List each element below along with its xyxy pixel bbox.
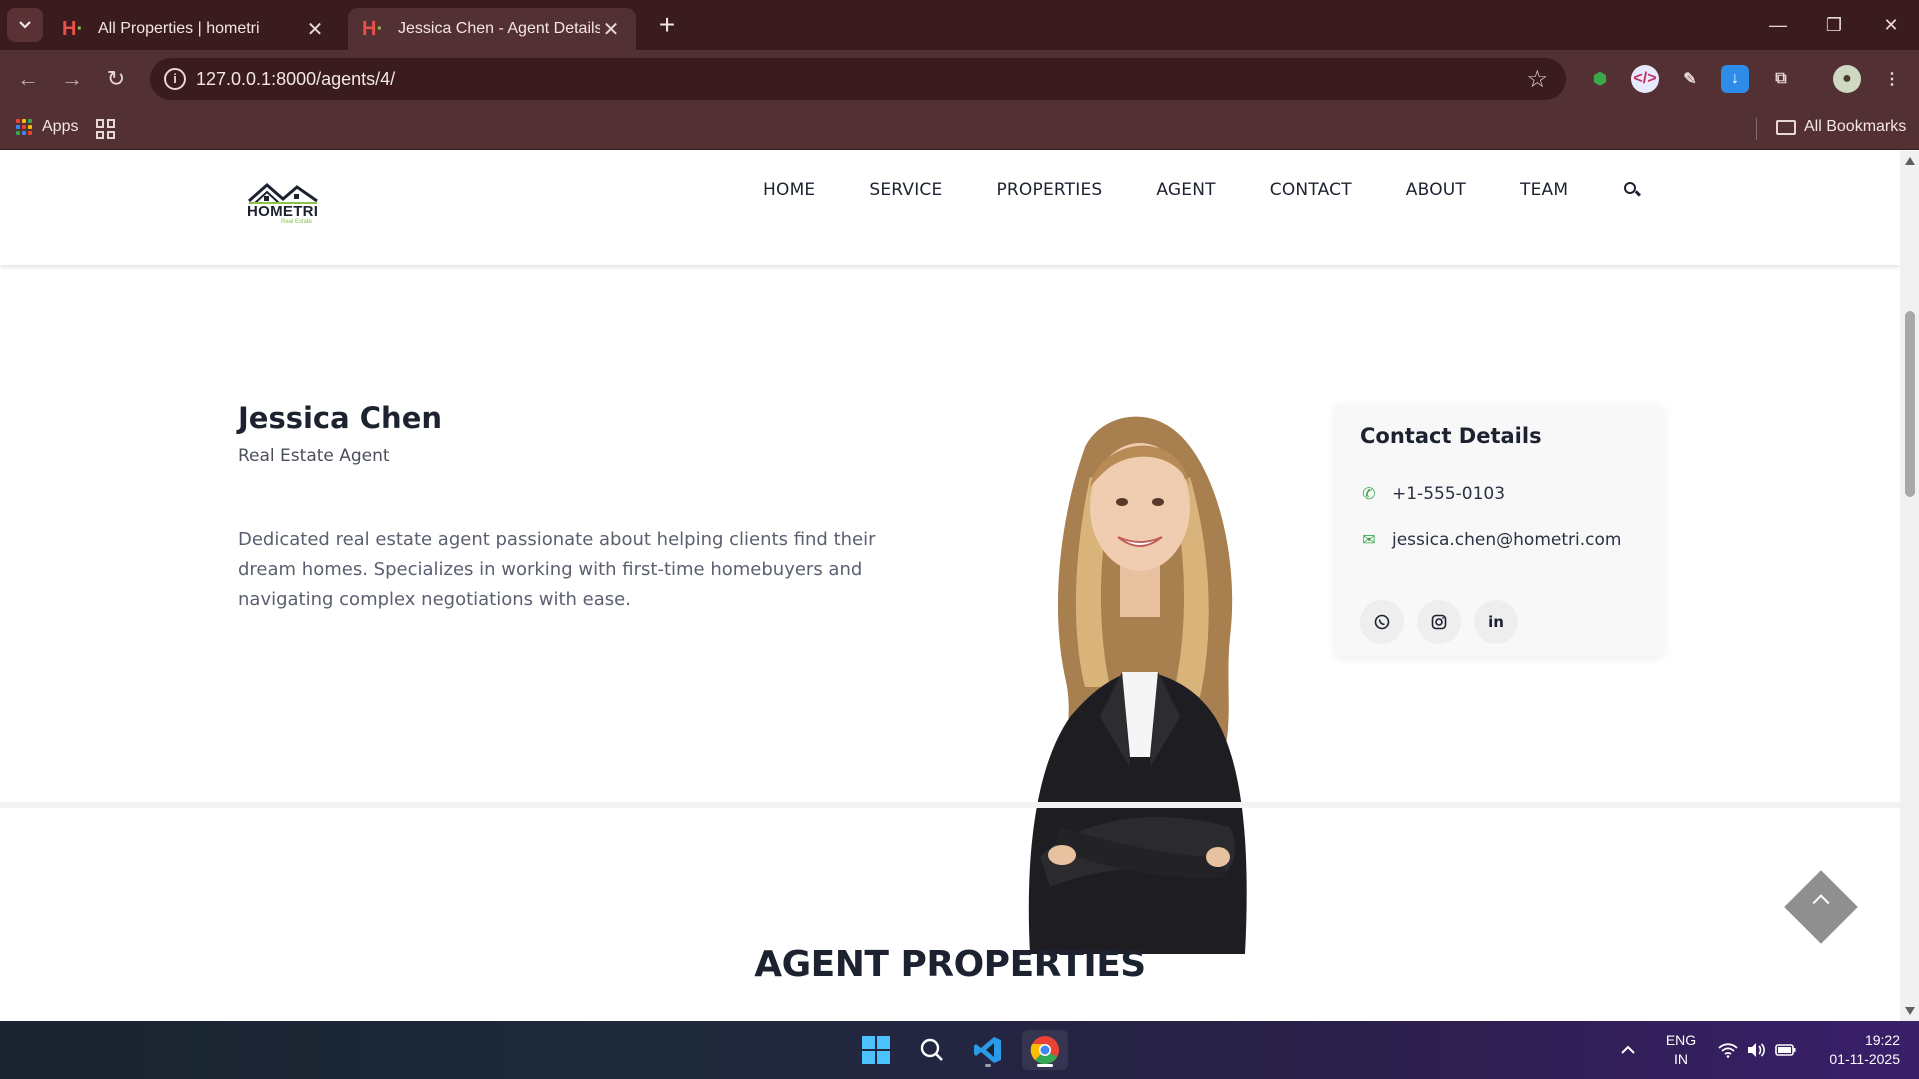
agent-name: Jessica Chen <box>238 401 443 435</box>
instagram-icon[interactable] <box>1417 600 1461 644</box>
agent-properties-heading: AGENT PROPERTIES <box>754 944 1146 985</box>
contact-phone[interactable]: ✆ +1-555-0103 <box>1360 484 1505 504</box>
scrollbar-thumb[interactable] <box>1905 311 1915 497</box>
tab-title: Jessica Chen - Agent Details | hometri <box>398 20 600 37</box>
phone-number[interactable]: +1-555-0103 <box>1392 484 1505 504</box>
chevron-down-icon <box>19 21 31 29</box>
instagram-glyph <box>1431 614 1447 630</box>
chevron-up-icon <box>1812 894 1830 912</box>
section-divider <box>0 802 1900 808</box>
phone-icon: ✆ <box>1362 484 1376 503</box>
contact-card: Contact Details ✆ +1-555-0103 ✉ jessica.… <box>1335 404 1663 656</box>
agent-bio: Dedicated real estate agent passionate a… <box>238 529 876 610</box>
devtools-extension-icon[interactable]: </> <box>1631 65 1659 93</box>
eyedropper-extension-icon[interactable]: ✎ <box>1676 65 1704 93</box>
page-scrollbar[interactable] <box>1900 151 1919 1021</box>
extensions-puzzle-icon[interactable]: ⧉ <box>1767 65 1795 93</box>
language-code: ENG <box>1665 1032 1697 1048</box>
running-indicator <box>985 1064 991 1067</box>
scroll-up-arrow-icon[interactable] <box>1905 157 1915 165</box>
battery-icon[interactable] <box>1775 1021 1797 1079</box>
agent-photo <box>1028 416 1247 954</box>
main-nav: HOME SERVICE PROPERTIES AGENT CONTACT AB… <box>763 180 1642 200</box>
tab-title: All Properties | hometri <box>98 20 260 37</box>
linkedin-icon[interactable]: in <box>1474 600 1518 644</box>
clock-time: 19:22 <box>1864 1032 1900 1048</box>
scroll-down-arrow-icon[interactable] <box>1905 1007 1915 1015</box>
clock-date: 01-11-2025 <box>1829 1051 1900 1067</box>
restore-button[interactable]: ❐ <box>1806 0 1862 50</box>
site-info-icon[interactable]: i <box>164 68 186 90</box>
bookmarks-bar: Apps All Bookmarks <box>0 108 1919 150</box>
envelope-icon: ✉ <box>1362 530 1376 549</box>
bookmarks-separator <box>1756 118 1757 140</box>
search-icon[interactable] <box>912 1030 952 1070</box>
site-header: HOMETRI Real Estate HOME SERVICE PROPERT… <box>0 151 1900 265</box>
browser-toolbar: ← → ↻ i 127.0.0.1:8000/agents/4/ ☆ ⬢ </>… <box>0 50 1919 108</box>
close-icon[interactable]: ✕ <box>304 17 326 42</box>
bookmark-star-icon[interactable]: ☆ <box>1526 65 1548 94</box>
profile-avatar[interactable]: ● <box>1833 65 1861 93</box>
logo-text: HOMETRI <box>247 203 319 220</box>
minimize-button[interactable]: — <box>1750 0 1806 50</box>
tab-agent-details[interactable]: H· Jessica Chen - Agent Details | hometr… <box>348 8 636 50</box>
page-viewport: HOMETRI Real Estate HOME SERVICE PROPERT… <box>0 151 1900 1021</box>
apps-grid-icon <box>16 119 32 135</box>
taskbar-clock[interactable]: 19:22 01-11-2025 <box>1812 1031 1900 1069</box>
nav-about[interactable]: ABOUT <box>1406 180 1466 200</box>
whatsapp-icon[interactable] <box>1360 600 1404 644</box>
volume-icon[interactable] <box>1746 1021 1766 1079</box>
email-address[interactable]: jessica.chen@hometri.com <box>1392 530 1621 550</box>
contact-title: Contact Details <box>1360 424 1542 448</box>
bookmark-apps[interactable]: Apps <box>16 118 78 136</box>
address-bar[interactable]: i 127.0.0.1:8000/agents/4/ ☆ <box>150 58 1566 100</box>
nav-agent[interactable]: AGENT <box>1156 180 1215 200</box>
all-bookmarks-button[interactable]: All Bookmarks <box>1776 118 1906 136</box>
contact-email[interactable]: ✉ jessica.chen@hometri.com <box>1360 530 1621 550</box>
search-icon[interactable] <box>1624 182 1642 198</box>
language-indicator[interactable]: ENG IN <box>1664 1031 1698 1069</box>
browser-tab-bar: H· All Properties | hometri ✕ H· Jessica… <box>0 0 1919 50</box>
nav-properties[interactable]: PROPERTIES <box>996 180 1102 200</box>
menu-kebab-icon[interactable]: ⋮ <box>1878 65 1906 93</box>
close-icon[interactable]: ✕ <box>600 17 622 42</box>
whatsapp-glyph <box>1374 614 1390 630</box>
bookmark-apps-label: Apps <box>42 118 79 135</box>
hometri-favicon-icon: H· <box>62 18 84 40</box>
site-logo[interactable]: HOMETRI Real Estate <box>245 181 321 231</box>
active-indicator <box>1037 1064 1053 1067</box>
download-extension-icon[interactable]: ↓ <box>1721 65 1749 93</box>
houses-logo-icon <box>248 183 318 204</box>
reload-icon[interactable]: ↻ <box>100 63 132 95</box>
shield-extension-icon[interactable]: ⬢ <box>1586 65 1614 93</box>
wifi-icon[interactable] <box>1718 1021 1738 1079</box>
close-window-button[interactable]: ✕ <box>1863 0 1919 50</box>
windows-start-icon[interactable] <box>856 1030 896 1070</box>
vscode-icon[interactable] <box>968 1030 1008 1070</box>
forward-arrow-icon[interactable]: → <box>56 63 88 95</box>
tab-all-properties[interactable]: H· All Properties | hometri ✕ <box>48 8 340 50</box>
url-text[interactable]: 127.0.0.1:8000/agents/4/ <box>196 69 395 90</box>
tray-overflow-chevron-icon[interactable] <box>1620 1021 1636 1079</box>
agent-role: Real Estate Agent <box>238 446 390 466</box>
nav-service[interactable]: SERVICE <box>869 180 942 200</box>
folder-icon <box>1776 119 1796 135</box>
taskbar: ENG IN 19:22 01-11-2025 <box>0 1021 1919 1079</box>
all-bookmarks-label: All Bookmarks <box>1804 118 1907 135</box>
new-tab-button[interactable]: + <box>652 10 682 40</box>
tab-search-button[interactable] <box>7 8 43 42</box>
chrome-icon[interactable] <box>1022 1030 1068 1070</box>
nav-team[interactable]: TEAM <box>1520 180 1568 200</box>
nav-contact[interactable]: CONTACT <box>1270 180 1352 200</box>
region-code: IN <box>1674 1051 1688 1067</box>
nav-home[interactable]: HOME <box>763 180 815 200</box>
logo-subtext: Real Estate <box>281 219 313 225</box>
hometri-favicon-icon: H· <box>362 18 384 40</box>
back-to-top-button[interactable] <box>1784 870 1858 944</box>
back-arrow-icon[interactable]: ← <box>12 63 44 95</box>
tab-groups-icon[interactable] <box>96 119 116 139</box>
